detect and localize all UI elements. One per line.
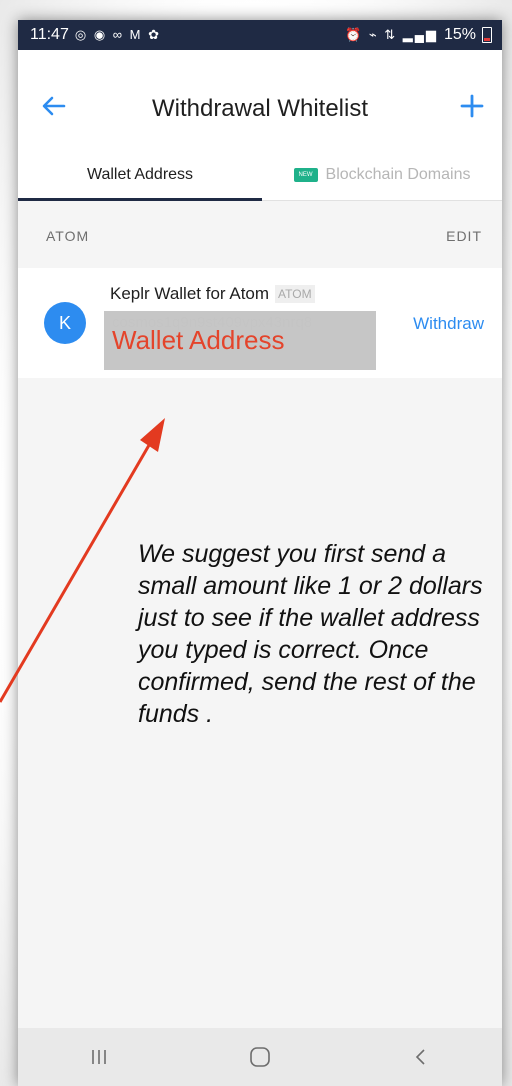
back-nav-button[interactable] bbox=[391, 1037, 451, 1077]
address-redaction-box: Wallet Address bbox=[104, 311, 376, 370]
whitelist-item[interactable]: K Keplr Wallet for Atom ATOM cosmos1q9n9… bbox=[18, 268, 502, 378]
wallet-name: Keplr Wallet for Atom ATOM bbox=[110, 284, 315, 304]
edit-button[interactable]: EDIT bbox=[446, 228, 482, 244]
section-label: ATOM bbox=[46, 228, 90, 244]
system-icons: ⏰ ⌁ ⇅ ▂▄▆ bbox=[345, 27, 438, 42]
page-title: Withdrawal Whitelist bbox=[151, 95, 369, 122]
status-time: 11:47 bbox=[30, 26, 69, 43]
battery-percent: 15% bbox=[443, 26, 476, 43]
instruction-note: We suggest you first send a small amount… bbox=[138, 540, 483, 728]
wallet-label: Keplr Wallet for Atom bbox=[110, 284, 270, 303]
recent-apps-button[interactable] bbox=[69, 1037, 129, 1077]
home-icon bbox=[250, 1047, 270, 1067]
section-header: ATOM EDIT bbox=[18, 228, 502, 248]
notification-icons: ◎ ◉ ∞ M ✿ bbox=[74, 27, 161, 42]
tab-blockchain-domains[interactable]: NEW Blockchain Domains bbox=[262, 150, 502, 200]
withdraw-button[interactable]: Withdraw bbox=[413, 314, 484, 334]
add-address-button[interactable] bbox=[454, 88, 490, 124]
tab-divider bbox=[262, 200, 502, 201]
phone-screen: 11:47 ◎ ◉ ∞ M ✿ ⏰ ⌁ ⇅ ▂▄▆ 15% Withdrawal… bbox=[18, 20, 502, 1086]
tab-bar: Wallet Address NEW Blockchain Domains bbox=[18, 150, 502, 200]
redaction-label: Wallet Address bbox=[112, 325, 285, 355]
tab-wallet-address[interactable]: Wallet Address bbox=[18, 150, 262, 200]
status-bar: 11:47 ◎ ◉ ∞ M ✿ ⏰ ⌁ ⇅ ▂▄▆ 15% bbox=[18, 20, 502, 50]
app-bar: Withdrawal Whitelist bbox=[18, 50, 502, 150]
home-button[interactable] bbox=[230, 1037, 290, 1077]
battery-icon bbox=[482, 27, 492, 43]
new-badge: NEW bbox=[293, 168, 318, 182]
plus-icon bbox=[460, 94, 484, 118]
back-chevron-icon bbox=[416, 1049, 425, 1065]
recent-apps-icon bbox=[91, 1050, 106, 1064]
tab-label: Blockchain Domains bbox=[325, 166, 471, 183]
coin-tag: ATOM bbox=[275, 285, 315, 303]
android-nav-bar bbox=[18, 1028, 502, 1086]
active-tab-indicator bbox=[18, 198, 262, 201]
avatar: K bbox=[44, 302, 86, 344]
tab-label: Wallet Address bbox=[86, 166, 194, 183]
